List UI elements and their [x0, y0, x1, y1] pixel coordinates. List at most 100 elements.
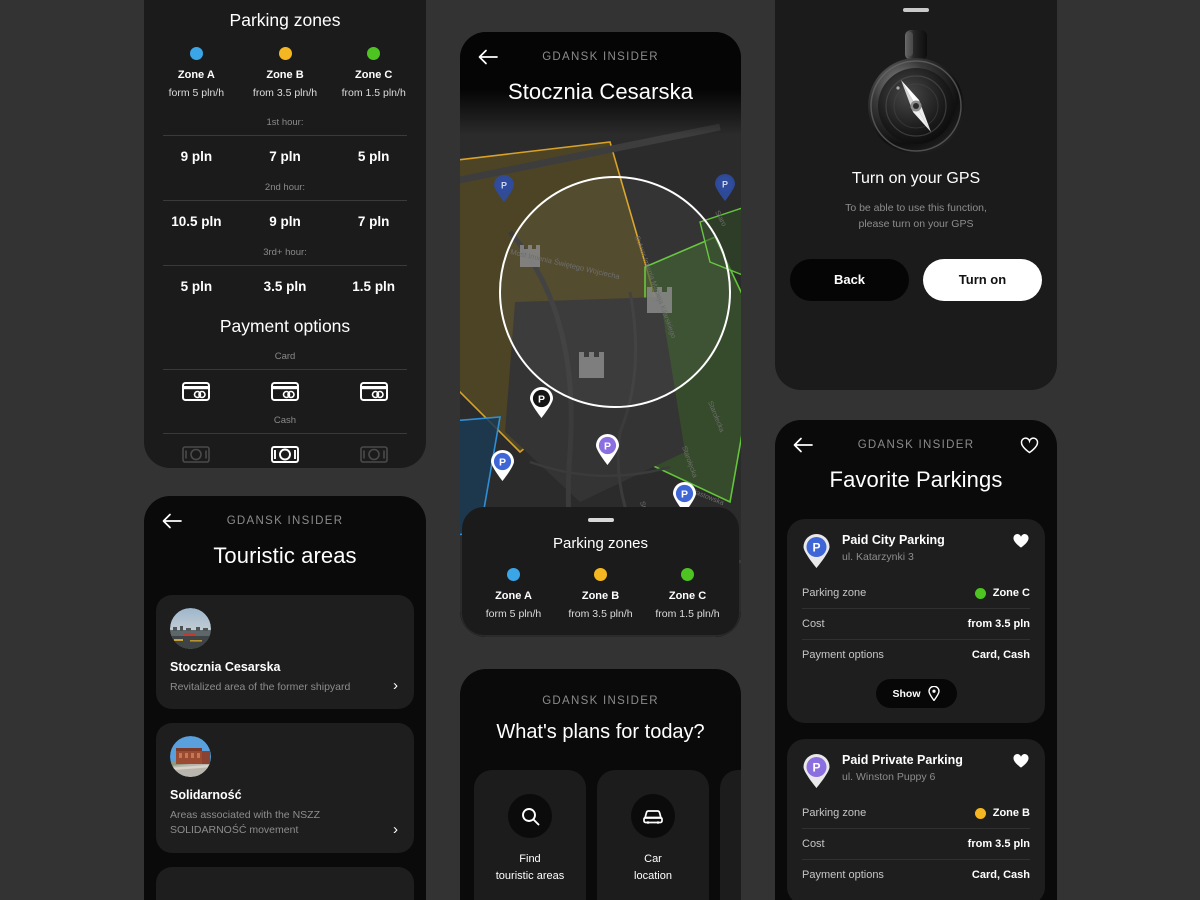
svg-text:P: P — [538, 393, 545, 405]
rate-value: 9 pln — [180, 149, 213, 164]
favorite-card-header: P Paid City Parking ul. Katarzynki 3 — [802, 533, 1030, 568]
tile-label-line2: location — [634, 869, 672, 882]
map-header: GDANSK INSIDER Stocznia Cesarska — [460, 32, 741, 135]
location-pin-icon — [927, 686, 940, 701]
zone-color-dot — [974, 587, 986, 599]
favorite-card-details: Parking zone Zone B Cost from 3.5 pln Pa… — [802, 798, 1030, 890]
zone-legend-item[interactable]: Zone A form 5 pln/h — [152, 47, 241, 99]
detail-value: from 3.5 pln — [967, 618, 1030, 630]
zone-name: Zone C — [355, 69, 393, 81]
detail-row-payment: Payment options Card, Cash — [802, 859, 1030, 890]
list-item-title: Stocznia Cesarska — [170, 660, 281, 674]
show-on-map-button[interactable]: Show — [875, 679, 957, 708]
zone-legend-item[interactable]: Zone C from 1.5 pln/h — [329, 47, 418, 99]
favorites-heart-button[interactable] — [1013, 434, 1039, 456]
map-marker-parking[interactable]: P — [493, 175, 515, 207]
search-icon — [508, 794, 552, 838]
sheet-grabber[interactable] — [587, 518, 614, 522]
parking-name: Paid Private Parking — [842, 753, 963, 767]
brand-label: GDANSK INSIDER — [542, 695, 659, 707]
zone-legend-item[interactable]: Zone C from 1.5 pln/h — [644, 568, 731, 620]
zone-name: Zone C — [992, 587, 1030, 599]
zone-color-dot — [974, 807, 986, 819]
city-skyline-photo — [170, 608, 211, 649]
zone-name: Zone C — [668, 590, 707, 602]
touristic-areas-panel: GDANSK INSIDER Touristic areas Stocznia … — [144, 496, 426, 900]
map-marker-parking[interactable]: P — [529, 387, 554, 423]
detail-row-zone: Parking zone Zone C — [802, 578, 1030, 608]
gps-subtitle-line1: To be able to use this function, — [845, 202, 987, 214]
parking-address: ul. Katarzynki 3 — [842, 551, 914, 563]
back-arrow-icon[interactable] — [478, 46, 504, 68]
payment-card-label: Card — [274, 351, 296, 362]
zone-name: Zone A — [177, 69, 215, 81]
map-marker-parking[interactable]: P — [714, 174, 736, 206]
zone-name: Zone A — [495, 590, 532, 602]
turn-on-button[interactable]: Turn on — [923, 258, 1042, 301]
zone-price: form 5 pln/h — [485, 608, 542, 620]
compass-icon — [775, 18, 1057, 158]
divider — [163, 369, 407, 370]
car-icon — [631, 794, 675, 838]
header-right-spacer — [697, 46, 723, 68]
list-item[interactable]: Solidarność Areas associated with the NS… — [156, 723, 414, 853]
detail-label: Payment options — [802, 649, 884, 661]
svg-text:P: P — [681, 488, 688, 500]
parking-zones-bottom-sheet[interactable]: Parking zones Zone A form 5 pln/h Zone B… — [462, 507, 739, 635]
zone-price: form 5 pln/h — [168, 87, 225, 99]
detail-value: from 3.5 pln — [967, 838, 1030, 850]
rate-row: 10.5 pln 9 pln 7 pln — [144, 214, 426, 229]
list-item[interactable]: Stocznia Cesarska Revitalized area of th… — [156, 595, 414, 710]
favorite-toggle-icon[interactable] — [1012, 753, 1030, 769]
tile-touristic-areas[interactable]: Tour are — [720, 770, 741, 900]
back-button[interactable]: Back — [790, 258, 909, 301]
favorite-parking-card[interactable]: P Paid City Parking ul. Katarzynki 3 Par… — [787, 519, 1045, 723]
parking-pin-icon: P — [802, 534, 831, 568]
brick-building-photo — [170, 736, 211, 778]
rate-period-label: 1st hour: — [266, 117, 304, 128]
rate-period-label: 3rd+ hour: — [263, 247, 307, 258]
gps-subtitle: To be able to use this function, please … — [775, 200, 1057, 233]
zone-legend-item[interactable]: Zone B from 3.5 pln/h — [557, 568, 644, 620]
zone-price: from 3.5 pln/h — [568, 608, 633, 620]
divider — [163, 135, 407, 136]
payment-card-row — [144, 382, 426, 401]
favorite-card-names: Paid City Parking ul. Katarzynki 3 — [842, 533, 1012, 563]
zone-name: Zone B — [581, 590, 620, 602]
payment-cash-label: Cash — [273, 415, 297, 426]
gps-button-row: Back Turn on — [775, 258, 1057, 301]
tile-car-location[interactable]: Car location — [597, 770, 709, 900]
zone-price: from 3.5 pln/h — [252, 87, 318, 99]
parking-name: Paid City Parking — [842, 533, 945, 547]
rate-value: 5 pln — [180, 279, 213, 294]
plans-panel: GDANSK INSIDER What's plans for today? F… — [460, 669, 741, 900]
map-marker-parking[interactable]: P — [595, 434, 620, 470]
favorite-parking-card[interactable]: P Paid Private Parking ul. Winston Puppy… — [787, 739, 1045, 900]
zone-color-dot — [189, 47, 203, 60]
detail-label: Cost — [802, 618, 825, 630]
map-panel: Most Imienia Świętego Wojciecha Bulwar I… — [460, 32, 741, 637]
favorite-toggle-icon[interactable] — [1012, 533, 1030, 549]
back-arrow-icon[interactable] — [793, 434, 819, 456]
zone-color-dot — [278, 47, 292, 60]
zone-legend-item[interactable]: Zone A form 5 pln/h — [470, 568, 557, 620]
svg-text:P: P — [501, 181, 507, 191]
tile-label-line1: Car — [644, 853, 662, 865]
back-arrow-icon[interactable] — [162, 510, 188, 532]
favorite-card-header: P Paid Private Parking ul. Winston Puppy… — [802, 753, 1030, 788]
svg-text:P: P — [812, 760, 820, 774]
touristic-header: GDANSK INSIDER Touristic areas — [144, 496, 426, 569]
zone-color-dot — [594, 568, 607, 581]
gps-panel: Turn on your GPS To be able to use this … — [775, 0, 1057, 390]
map-marker-parking[interactable]: P — [490, 450, 515, 486]
zone-legend-item[interactable]: Zone B from 3.5 pln/h — [241, 47, 330, 99]
parking-pin-icon: P — [802, 754, 831, 788]
gps-subtitle-line2: please turn on your GPS — [858, 218, 974, 231]
detail-label: Parking zone — [802, 587, 867, 599]
tile-find-touristic-areas[interactable]: Find touristic areas — [474, 770, 586, 900]
payment-cash-row — [144, 446, 426, 463]
list-item[interactable] — [156, 866, 414, 900]
rate-value: 1.5 pln — [352, 279, 396, 294]
detail-row-zone: Parking zone Zone B — [802, 798, 1030, 828]
sheet-grabber[interactable] — [903, 8, 929, 12]
